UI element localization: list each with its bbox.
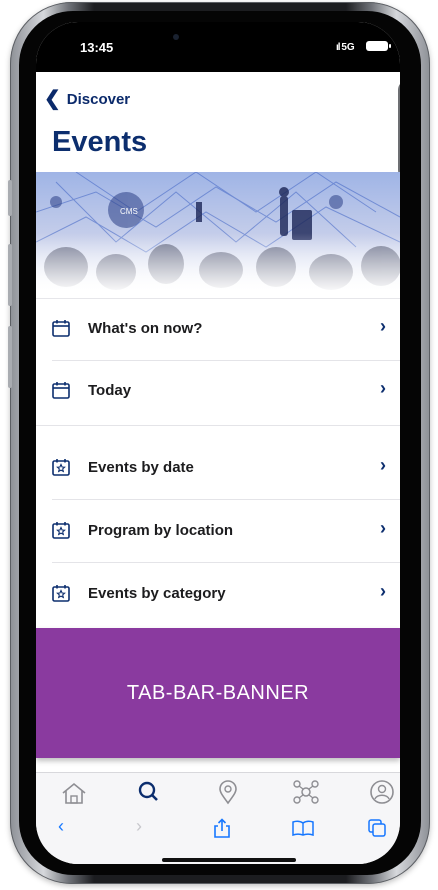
forward-icon[interactable]: › [136, 816, 142, 837]
home-icon[interactable] [60, 779, 88, 805]
page-title: Events [52, 126, 148, 158]
back-label: Discover [66, 90, 131, 108]
bookmarks-icon[interactable] [292, 820, 314, 836]
tab-bar-banner[interactable]: TAB-BAR-BANNER [36, 628, 400, 758]
back-icon[interactable]: ‹ [58, 816, 64, 837]
status-time: 13:45 [80, 40, 114, 55]
screen: 13:45 ıl 5G ❮ Discover Events ❮ [36, 22, 400, 864]
chevron-right-icon: › [380, 378, 386, 398]
share-icon[interactable] [213, 818, 231, 838]
chevron-right-icon: › [380, 581, 386, 601]
chevron-right-icon: › [380, 455, 386, 475]
network-icon[interactable] [292, 779, 320, 805]
menu-item-program-by-location[interactable]: Program by location › [36, 501, 400, 563]
profile-icon[interactable] [368, 779, 396, 805]
camera-dot [173, 34, 179, 40]
divider [52, 562, 400, 563]
network-label: 5G [341, 42, 355, 53]
menu-item-label: Program by location [88, 522, 234, 539]
side-button-volume-down [8, 326, 12, 388]
tabs-icon[interactable] [368, 819, 386, 837]
chevron-right-icon: › [380, 316, 386, 336]
calendar-star-icon [52, 459, 70, 476]
menu-item-whats-on-now[interactable]: What's on now? › [36, 299, 400, 361]
search-icon[interactable] [134, 779, 162, 805]
calendar-star-icon [52, 585, 70, 602]
menu-item-label: Events by date [88, 459, 194, 476]
calendar-icon [52, 320, 70, 337]
side-button-volume-up [8, 244, 12, 306]
location-pin-icon[interactable] [214, 779, 242, 805]
chevron-left-icon: ❮ [44, 88, 61, 110]
banner-label: TAB-BAR-BANNER [126, 681, 310, 704]
home-indicator [162, 858, 296, 862]
signal-indicator: ıl 5G [336, 42, 355, 53]
chevron-right-icon: › [380, 518, 386, 538]
hero-illustration: CMS [36, 172, 400, 294]
side-button-mute [8, 180, 12, 216]
hero-image: CMS [36, 172, 400, 294]
section-divider [36, 425, 400, 438]
menu-item-today[interactable]: Today › [36, 361, 400, 423]
menu-item-label: Events by category [88, 585, 226, 602]
calendar-star-icon [52, 522, 70, 539]
divider [52, 499, 400, 500]
menu-item-events-by-category[interactable]: Events by category › [36, 564, 400, 626]
back-link[interactable]: ❮ Discover [44, 89, 130, 109]
browser-toolbar: ‹ › [36, 810, 400, 864]
menu-item-label: What's on now? [88, 320, 203, 337]
tab-bar [36, 772, 400, 813]
status-bar: 13:45 ıl 5G [36, 22, 400, 72]
battery-icon [366, 41, 391, 51]
menu-item-label: Today [88, 382, 132, 399]
calendar-icon [52, 382, 70, 399]
side-drawer-tab[interactable]: ❮ [398, 80, 400, 180]
menu-item-events-by-date[interactable]: Events by date › [36, 438, 400, 500]
